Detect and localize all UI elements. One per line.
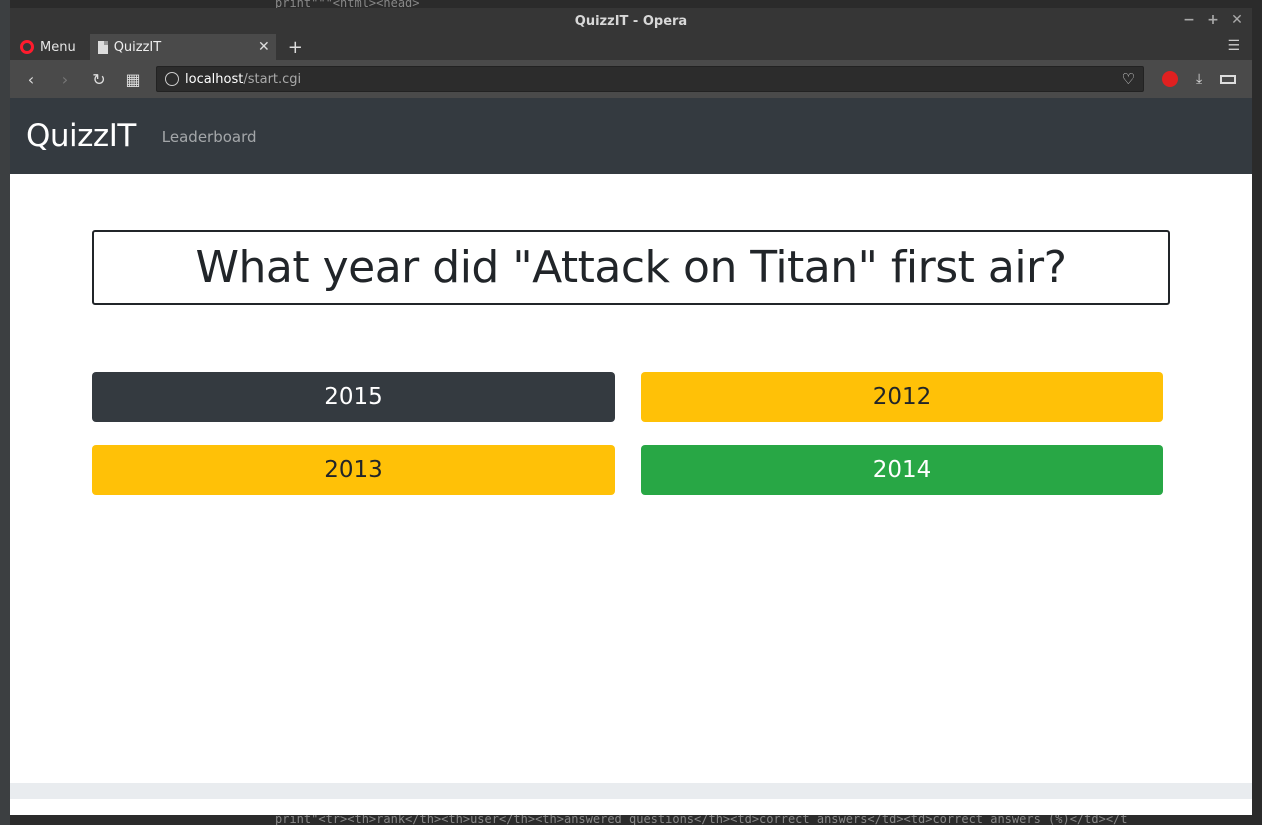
menu-label: Menu <box>40 39 76 55</box>
page-icon <box>97 40 108 54</box>
page-footer <box>10 783 1252 799</box>
window-controls: − + ✕ <box>1182 12 1244 28</box>
url-host: localhost <box>185 71 244 87</box>
adblock-shield-icon[interactable] <box>1162 71 1178 87</box>
reload-icon[interactable]: ↻ <box>84 70 114 89</box>
question-text: What year did "Attack on Titan" first ai… <box>195 242 1067 293</box>
tab-quizzit[interactable]: QuizzIT ✕ <box>89 34 276 60</box>
tab-menu-icon[interactable]: ☰ <box>1227 38 1240 54</box>
answer-button-2[interactable]: 2012 <box>641 372 1163 422</box>
opera-logo-icon <box>20 40 34 54</box>
answer-button-4[interactable]: 2014 <box>641 445 1163 495</box>
close-tab-icon[interactable]: ✕ <box>258 39 270 55</box>
site-navbar: QuizzIT Leaderboard <box>10 98 1252 174</box>
toolbar-right-icons: ⤓ <box>1148 71 1237 87</box>
opera-menu-button[interactable]: Menu <box>10 34 86 60</box>
url-input[interactable]: localhost/start.cgi ♡ <box>156 66 1144 92</box>
forward-icon[interactable]: › <box>50 70 80 89</box>
window-titlebar: QuizzIT - Opera − + ✕ <box>10 8 1252 34</box>
browser-window: QuizzIT - Opera − + ✕ Menu QuizzIT ✕ + ☰… <box>10 8 1252 815</box>
back-icon[interactable]: ‹ <box>16 70 46 89</box>
address-bar-row: ‹ › ↻ ▦ localhost/start.cgi ♡ ⤓ <box>10 60 1252 98</box>
site-brand[interactable]: QuizzIT <box>26 118 136 154</box>
answer-button-1[interactable]: 2015 <box>92 372 615 422</box>
close-window-icon[interactable]: ✕ <box>1230 12 1244 28</box>
window-title: QuizzIT - Opera <box>574 13 688 29</box>
minimize-icon[interactable]: − <box>1182 12 1196 28</box>
tab-bar: Menu QuizzIT ✕ + ☰ <box>10 34 1252 60</box>
tab-title: QuizzIT <box>113 39 162 55</box>
answer-button-3[interactable]: 2013 <box>92 445 615 495</box>
url-text: localhost/start.cgi <box>185 72 301 87</box>
maximize-icon[interactable]: + <box>1206 12 1220 28</box>
quiz-content: What year did "Attack on Titan" first ai… <box>10 174 1252 799</box>
globe-icon <box>165 72 179 86</box>
url-path: /start.cgi <box>243 71 302 87</box>
battery-icon[interactable] <box>1220 74 1237 84</box>
new-tab-button[interactable]: + <box>276 34 303 60</box>
question-box: What year did "Attack on Titan" first ai… <box>92 230 1170 305</box>
bookmark-heart-icon[interactable]: ♡ <box>1122 70 1135 88</box>
background-sidebar <box>0 0 10 825</box>
nav-leaderboard-link[interactable]: Leaderboard <box>162 128 257 146</box>
speed-dial-icon[interactable]: ▦ <box>118 70 148 89</box>
download-icon[interactable]: ⤓ <box>1196 71 1202 87</box>
